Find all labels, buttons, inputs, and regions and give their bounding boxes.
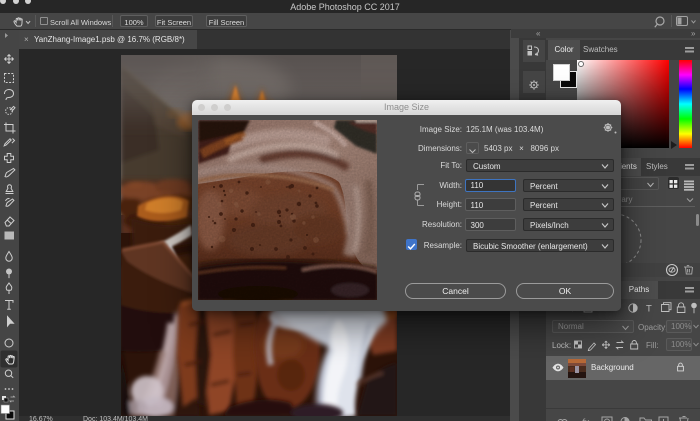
svg-text:fx: fx <box>582 417 590 421</box>
svg-text:T: T <box>646 304 652 315</box>
